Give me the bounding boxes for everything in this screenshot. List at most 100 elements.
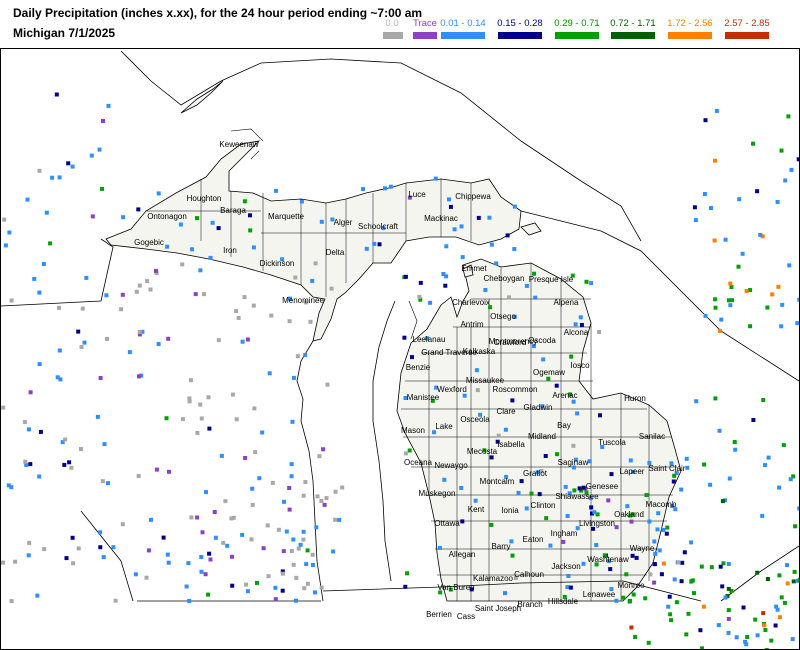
station-dot (95, 414, 100, 419)
station-dot (503, 427, 508, 432)
station-dot (315, 494, 320, 499)
station-dot (234, 417, 239, 422)
station-dot (156, 191, 161, 196)
station-dot (294, 598, 298, 603)
station-dot (249, 537, 254, 542)
station-dot (166, 560, 171, 565)
station-dot (519, 479, 524, 484)
station-dot (301, 537, 306, 542)
station-dot (748, 288, 753, 292)
station-dot (709, 565, 714, 570)
station-dot (154, 467, 159, 472)
lake-michigan-east (372, 300, 396, 582)
station-dot (664, 531, 669, 536)
station-dot (597, 330, 602, 334)
station-dot (661, 527, 666, 532)
station-dot (684, 632, 689, 637)
station-dot (712, 238, 717, 243)
station-dot (674, 600, 679, 605)
station-dot (751, 141, 756, 146)
station-dot (180, 262, 185, 267)
county-label: Lapeer (620, 467, 645, 476)
county-label: Grand Traverse (421, 348, 477, 357)
station-dot (726, 608, 731, 613)
station-dot (250, 502, 255, 507)
station-dot (26, 427, 31, 432)
station-dot (510, 553, 515, 558)
county-label: Barry (491, 542, 510, 551)
station-dot (270, 480, 275, 485)
station-dot (322, 502, 327, 507)
station-dot (236, 315, 241, 320)
station-dot (785, 581, 790, 586)
station-dot (206, 395, 211, 400)
station-dot (248, 213, 252, 218)
county-label: Otsego (490, 312, 516, 321)
station-dot (692, 591, 696, 596)
legend-label: 0.72 - 1.71 (610, 18, 656, 29)
station-dot (195, 430, 200, 435)
county-label: Iron (223, 246, 237, 255)
station-dot (180, 417, 185, 422)
county-label: Saginaw (558, 458, 589, 467)
county-label: Leelanau (413, 335, 446, 344)
station-dot (23, 459, 28, 464)
station-dot (243, 456, 248, 460)
station-dot (280, 571, 285, 576)
station-dot (766, 455, 771, 460)
station-dot (717, 428, 722, 433)
station-dot (383, 186, 387, 191)
station-dot (101, 119, 105, 123)
station-dot (751, 418, 756, 422)
station-dot (548, 543, 553, 548)
station-dot (78, 447, 83, 451)
station-dot (459, 486, 464, 490)
station-dot (797, 577, 799, 582)
station-dot (84, 275, 89, 280)
station-dot (765, 305, 770, 310)
station-dot (737, 197, 742, 202)
station-dot (273, 585, 278, 590)
county-label: Ontonagon (147, 212, 187, 221)
station-dot (444, 244, 449, 249)
station-dot (777, 485, 782, 490)
station-dot (740, 251, 745, 256)
station-dot (657, 548, 662, 553)
station-dot (203, 572, 208, 577)
station-dot (614, 525, 619, 530)
station-dot (661, 561, 666, 566)
station-dot (505, 233, 510, 238)
station-dot (448, 204, 453, 209)
station-dot (713, 158, 717, 163)
station-dot (672, 473, 677, 478)
station-dot (245, 589, 250, 594)
station-dot (206, 592, 211, 597)
station-dot (795, 321, 799, 326)
station-dot (57, 305, 61, 310)
station-dot (734, 635, 739, 640)
legend-swatch (383, 32, 403, 39)
isle-royale (180, 80, 224, 114)
station-dot (763, 463, 767, 468)
station-dot (82, 340, 87, 345)
station-dot (54, 92, 59, 97)
station-dot (646, 640, 651, 645)
county-label: Tuscola (598, 438, 626, 447)
legend-swatch (441, 32, 485, 39)
station-dot (113, 598, 118, 603)
station-dot (779, 324, 784, 329)
station-dot (775, 200, 780, 204)
county-label: Lenawee (583, 590, 616, 599)
station-dot (541, 357, 546, 362)
station-dot (716, 623, 721, 628)
county-label: Kalamazoo (473, 574, 514, 583)
station-dot (76, 546, 81, 551)
county-label: Charlevoix (452, 298, 490, 307)
station-dot (652, 562, 657, 567)
station-dot (67, 460, 72, 465)
station-dot (251, 245, 256, 250)
county-label: Washtenaw (587, 555, 629, 564)
county-label: Clare (496, 407, 516, 416)
county-label: Iosco (570, 361, 590, 370)
county-label: Ionia (501, 506, 519, 515)
